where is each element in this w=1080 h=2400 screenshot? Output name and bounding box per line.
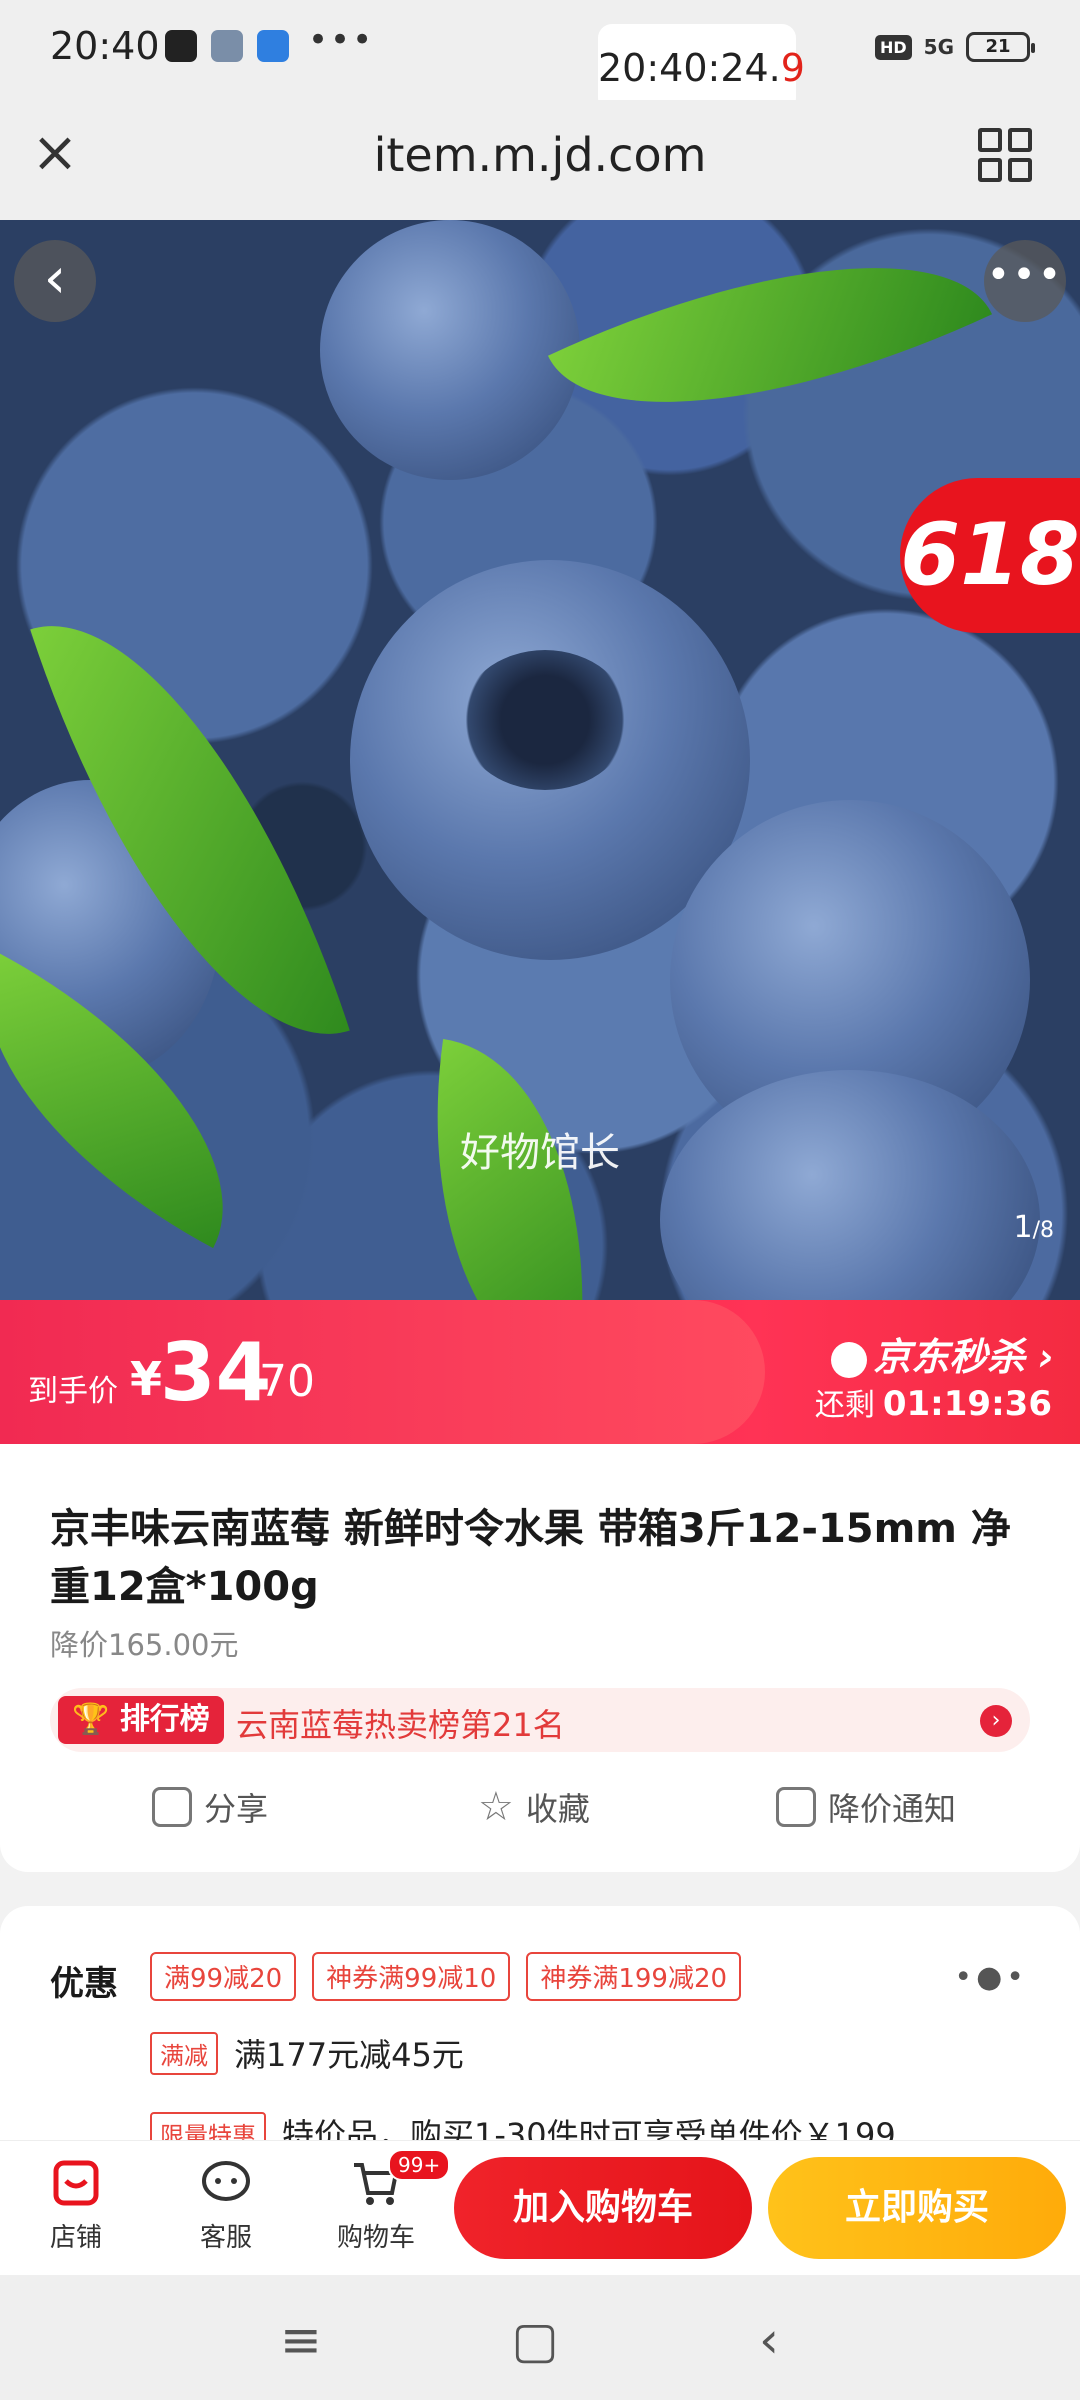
price-alert-label: 降价通知 [828, 1790, 957, 1828]
coupon-list: 满99减20 神券满99减10 神券满199减20 [150, 1952, 742, 2001]
blueberry-crown [460, 650, 630, 790]
floating-clock: 20:40:24.9 [598, 24, 805, 112]
product-title: 京丰味云南蓝莓 新鲜时令水果 带箱3斤12-15mm 净重12盒*100g [50, 1506, 1011, 1610]
grid-menu-icon[interactable] [978, 128, 1032, 182]
price-alert-button[interactable]: 降价通知 [776, 1784, 956, 1830]
ranking-text: 云南蓝莓热卖榜第21名 [236, 1706, 565, 1744]
promotion-row: 满减 满177元减45元 [150, 2030, 464, 2076]
product-info-card: 京丰味云南蓝莓 新鲜时令水果 带箱3斤12-15mm 净重12盒*100g 降价… [0, 1444, 1080, 1872]
blueberry-image [320, 220, 580, 480]
seckill-countdown: 还剩 01:19:36 [815, 1380, 1052, 1424]
qq-icon [165, 30, 197, 62]
customer-service-button[interactable]: 客服 [166, 2157, 286, 2254]
chevron-right-icon: › [980, 1705, 1012, 1737]
countdown-time: 01:19:36 [882, 1384, 1052, 1424]
add-to-cart-button[interactable]: 加入购物车 [454, 2157, 752, 2259]
pager-total: /8 [1032, 1218, 1054, 1243]
battery-icon: 21 [966, 32, 1035, 62]
more-notifications-icon: ••• [308, 20, 375, 60]
coupon-tag[interactable]: 神券满99减10 [312, 1952, 511, 2001]
product-image-carousel[interactable]: ‹ ••• 618 好物馆长 1/8 [0, 220, 1080, 1300]
price-drop-text: 降价165.00元 [50, 1628, 239, 1662]
status-bar: 20:40 ••• 20:40:24.9 HD 5G 21 [0, 0, 1080, 112]
final-price-label: 到手价 [28, 1374, 118, 1409]
back-nav-icon[interactable]: ‹ [734, 2305, 804, 2375]
url-domain[interactable]: item.m.jd.com [0, 128, 1080, 182]
browser-url-bar: × item.m.jd.com [0, 100, 1080, 220]
leaf-image [547, 220, 993, 492]
share-button[interactable]: 分享 [152, 1784, 268, 1830]
share-icon [152, 1787, 192, 1827]
jd-seckill-link[interactable]: 京东秒杀 › [831, 1326, 1054, 1381]
price-banner: 到手价 ¥ 34 .70 京东秒杀 › 还剩 01:19:36 [0, 1300, 1080, 1444]
ranking-bar[interactable]: 🏆 排行榜 云南蓝莓热卖榜第21名 › [50, 1688, 1030, 1752]
cart-label: 购物车 [336, 2223, 415, 2253]
more-icon[interactable]: ••• [984, 240, 1066, 322]
status-indicators: HD 5G 21 [874, 32, 1035, 62]
buy-now-button[interactable]: 立即购买 [768, 2157, 1066, 2259]
price-panel: 到手价 ¥ 34 .70 [0, 1300, 765, 1444]
promotion-text: 满177元减45元 [234, 2036, 464, 2074]
promotion-tag: 满减 [150, 2031, 218, 2075]
price-alert-icon [776, 1787, 816, 1827]
back-icon[interactable]: ‹ [14, 240, 96, 322]
store-icon [53, 2160, 99, 2206]
chat-icon [202, 2161, 250, 2201]
promotion-card[interactable]: 优惠 满99减20 神券满99减10 神券满199减20 •●• 满减 满177… [0, 1906, 1080, 2146]
home-icon[interactable]: ▢ [500, 2305, 570, 2375]
signal-icon: 5G [923, 35, 954, 59]
clock-tenths: 9 [780, 46, 805, 90]
store-button[interactable]: 店铺 [16, 2157, 136, 2254]
seckill-icon [831, 1341, 868, 1378]
ranking-tag-label: 排行榜 [119, 1702, 210, 1737]
countdown-label: 还剩 [814, 1388, 875, 1423]
menu-icon[interactable]: ≡ [266, 2305, 336, 2375]
favorite-button[interactable]: ☆ 收藏 [478, 1784, 590, 1830]
status-time: 20:40 [50, 24, 160, 68]
favorite-label: 收藏 [525, 1790, 590, 1828]
more-dots-icon[interactable]: •●• [954, 1960, 1028, 1995]
store-label: 店铺 [49, 2223, 102, 2253]
pager-current: 1 [1013, 1210, 1033, 1245]
notification-icons [165, 30, 289, 62]
currency-symbol: ¥ [130, 1352, 163, 1406]
cart-count-badge: 99+ [388, 2149, 451, 2181]
promotion-label: 优惠 [50, 1964, 118, 2004]
seckill-label: 京东秒杀 [873, 1335, 1026, 1379]
hd-icon: HD [874, 34, 912, 60]
star-icon: ☆ [478, 1784, 514, 1830]
price-decimal: .70 [245, 1356, 315, 1407]
promo-618-badge: 618 [900, 478, 1080, 633]
image-pager: 1/8 [1013, 1210, 1054, 1245]
wrench-icon [211, 30, 243, 62]
customer-service-label: 客服 [199, 2223, 252, 2253]
cart-button[interactable]: 购物车 99+ [316, 2149, 451, 2254]
app-icon [257, 30, 289, 62]
ranking-tag: 🏆 排行榜 [58, 1696, 224, 1744]
bottom-action-bar: 店铺 客服 购物车 99+ 加入购物车 立即购买 [0, 2140, 1080, 2275]
system-navigation-bar: ≡ ▢ ‹ [0, 2275, 1080, 2400]
coupon-tag[interactable]: 满99减20 [150, 1952, 297, 2001]
clock-main: 20:40:24. [598, 46, 781, 90]
blueberry-image [660, 1070, 1040, 1300]
image-watermark: 好物馆长 [460, 1130, 620, 1176]
product-actions: 分享 ☆ 收藏 降价通知 [0, 1784, 1080, 1844]
share-label: 分享 [204, 1790, 269, 1828]
coupon-tag[interactable]: 神券满199减20 [526, 1952, 742, 2001]
